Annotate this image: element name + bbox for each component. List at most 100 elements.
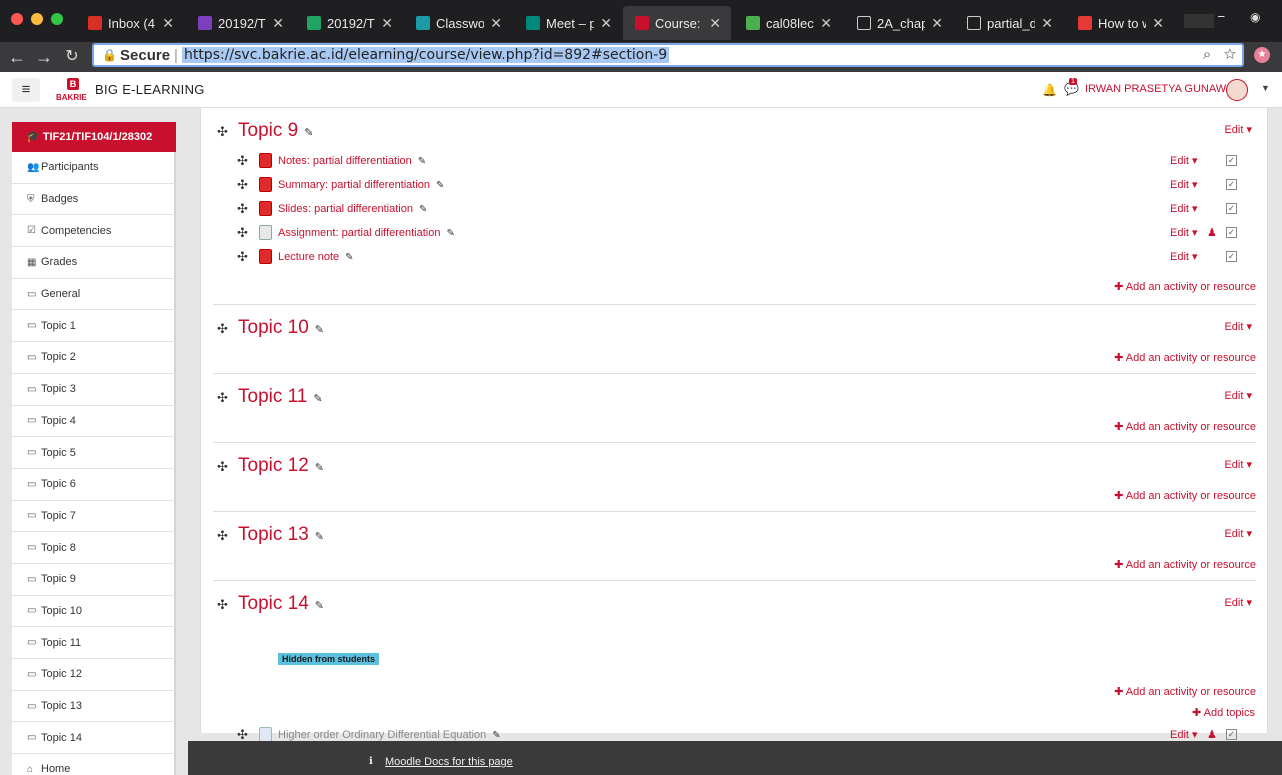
new-tab-button[interactable] bbox=[1184, 14, 1214, 28]
section-title[interactable]: Topic 11 ✎ bbox=[238, 386, 323, 408]
section-title[interactable]: Topic 9 ✎ bbox=[238, 120, 313, 142]
move-icon[interactable]: ✣ bbox=[237, 153, 248, 169]
section-edit-menu[interactable]: Edit ▾ bbox=[1224, 527, 1252, 540]
completion-checkbox[interactable]: ✓ bbox=[1226, 155, 1237, 166]
maximize-window-button[interactable] bbox=[51, 13, 63, 25]
move-icon[interactable]: ✣ bbox=[217, 390, 228, 406]
sidebar-item[interactable]: ▭ Topic 10 bbox=[12, 595, 176, 628]
sidebar-item[interactable]: ▭ Topic 14 bbox=[12, 722, 176, 755]
add-activity-link[interactable]: ✚ Add an activity or resource bbox=[1114, 558, 1256, 571]
sidebar-item[interactable]: ▭ Topic 4 bbox=[12, 405, 176, 438]
edit-pencil-icon[interactable]: ✎ bbox=[345, 252, 353, 263]
tab-close-icon[interactable]: ✕ bbox=[820, 15, 832, 32]
move-icon[interactable]: ✣ bbox=[237, 225, 248, 241]
sidebar-item[interactable]: ▭ Topic 9 bbox=[12, 563, 176, 596]
site-logo[interactable]: B BAKRIE bbox=[56, 78, 90, 104]
edit-pencil-icon[interactable]: ✎ bbox=[315, 324, 324, 336]
menu-toggle-icon[interactable]: ≡ bbox=[12, 78, 40, 102]
browser-tab[interactable]: How to w ✕ bbox=[1066, 6, 1174, 40]
section-edit-menu[interactable]: Edit ▾ bbox=[1224, 123, 1252, 136]
sidebar-item[interactable]: ▭ Topic 6 bbox=[12, 468, 176, 501]
activity-edit-menu[interactable]: Edit ▾ bbox=[1170, 728, 1198, 741]
address-bar[interactable]: 🔒 Secure | https://svc.bakrie.ac.id/elea… bbox=[92, 43, 1244, 67]
activity-link[interactable]: Higher order Ordinary Differential Equat… bbox=[278, 729, 501, 741]
bookmark-star-icon[interactable]: ☆ bbox=[1224, 46, 1236, 63]
browser-tab[interactable]: cal08lect ✕ bbox=[734, 6, 842, 40]
completion-checkbox[interactable]: ✓ bbox=[1226, 179, 1237, 190]
sidebar-item[interactable]: ▭ Topic 8 bbox=[12, 532, 176, 564]
sidebar-item[interactable]: ☑ Competencies bbox=[12, 215, 176, 248]
sidebar-item[interactable]: ▭ Topic 11 bbox=[12, 627, 176, 659]
activity-edit-menu[interactable]: Edit ▾ bbox=[1170, 202, 1198, 215]
completion-checkbox[interactable]: ✓ bbox=[1226, 729, 1237, 740]
sidebar-item[interactable]: 👥 Participants bbox=[12, 152, 176, 184]
back-button[interactable]: ← bbox=[6, 46, 28, 68]
add-activity-link[interactable]: ✚ Add an activity or resource bbox=[1114, 351, 1256, 364]
edit-pencil-icon[interactable]: ✎ bbox=[446, 228, 454, 239]
tab-close-icon[interactable]: ✕ bbox=[381, 15, 393, 32]
section-edit-menu[interactable]: Edit ▾ bbox=[1224, 458, 1252, 471]
avatar[interactable] bbox=[1226, 79, 1248, 101]
activity-link[interactable]: Summary: partial differentiation ✎ bbox=[278, 179, 444, 191]
activity-edit-menu[interactable]: Edit ▾ bbox=[1170, 226, 1198, 239]
course-header[interactable]: 🎓 TIF21/TIF104/1/28302 bbox=[12, 122, 176, 152]
forward-button[interactable]: → bbox=[33, 46, 55, 68]
browser-tab[interactable]: 20192/TI ✕ bbox=[186, 6, 294, 40]
move-icon[interactable]: ✣ bbox=[237, 201, 248, 217]
section-title[interactable]: Topic 13 ✎ bbox=[238, 524, 324, 546]
sidebar-item[interactable]: ▭ General bbox=[12, 278, 176, 311]
add-activity-link[interactable]: ✚ Add an activity or resource bbox=[1114, 420, 1256, 433]
moodle-docs-link[interactable]: Moodle Docs for this page bbox=[385, 756, 513, 768]
section-title[interactable]: Topic 10 ✎ bbox=[238, 317, 324, 339]
activity-edit-menu[interactable]: Edit ▾ bbox=[1170, 178, 1198, 191]
assign-roles-icon[interactable]: ♟ bbox=[1207, 728, 1217, 741]
edit-pencil-icon[interactable]: ✎ bbox=[492, 730, 500, 741]
browser-tab[interactable]: Classwork ✕ bbox=[404, 6, 512, 40]
chevron-down-icon[interactable]: ▼ bbox=[1261, 83, 1270, 93]
move-icon[interactable]: ✣ bbox=[217, 528, 228, 544]
user-name[interactable]: IRWAN PRASETYA GUNAWAN bbox=[1085, 83, 1241, 95]
minimize-window-button[interactable] bbox=[31, 13, 43, 25]
edit-pencil-icon[interactable]: ✎ bbox=[315, 600, 324, 612]
edit-pencil-icon[interactable]: ✎ bbox=[304, 127, 313, 139]
close-window-button[interactable] bbox=[11, 13, 23, 25]
move-icon[interactable]: ✣ bbox=[217, 459, 228, 475]
add-activity-link[interactable]: ✚ Add an activity or resource bbox=[1114, 489, 1256, 502]
move-icon[interactable]: ✣ bbox=[237, 249, 248, 265]
sidebar-item[interactable]: ▭ Topic 5 bbox=[12, 437, 176, 469]
move-icon[interactable]: ✣ bbox=[237, 177, 248, 193]
edit-pencil-icon[interactable]: ✎ bbox=[418, 156, 426, 167]
sidebar-item[interactable]: ⌂ Home bbox=[12, 754, 176, 775]
browser-tab[interactable]: partial_di ✕ bbox=[955, 6, 1063, 40]
tab-close-icon[interactable]: ✕ bbox=[162, 15, 174, 32]
browser-tab[interactable]: Inbox (4,9 ✕ bbox=[76, 6, 184, 40]
activity-link[interactable]: Assignment: partial differentiation ✎ bbox=[278, 227, 455, 239]
sidebar-item[interactable]: ▭ Topic 7 bbox=[12, 500, 176, 533]
extension-icon[interactable]: ★ bbox=[1254, 47, 1270, 63]
edit-pencil-icon[interactable]: ✎ bbox=[436, 180, 444, 191]
browser-tab[interactable]: 20192/TI ✕ bbox=[295, 6, 403, 40]
edit-pencil-icon[interactable]: ✎ bbox=[313, 393, 322, 405]
section-title[interactable]: Topic 14 ✎ bbox=[238, 593, 324, 615]
activity-edit-menu[interactable]: Edit ▾ bbox=[1170, 154, 1198, 167]
sidebar-item[interactable]: ⛨ Badges bbox=[12, 183, 176, 216]
activity-link[interactable]: Slides: partial differentiation ✎ bbox=[278, 203, 427, 215]
browser-tab[interactable]: Course: 2 ✕ bbox=[623, 6, 731, 40]
activity-link[interactable]: Notes: partial differentiation ✎ bbox=[278, 155, 426, 167]
tab-close-icon[interactable]: ✕ bbox=[1041, 15, 1053, 32]
add-activity-link[interactable]: ✚ Add an activity or resource bbox=[1114, 280, 1256, 293]
tab-close-icon[interactable]: ✕ bbox=[490, 15, 502, 32]
sidebar-item[interactable]: ▭ Topic 12 bbox=[12, 659, 176, 691]
sidebar-item[interactable]: ▭ Topic 1 bbox=[12, 310, 176, 343]
edit-pencil-icon[interactable]: ✎ bbox=[315, 462, 324, 474]
completion-checkbox[interactable]: ✓ bbox=[1226, 251, 1237, 262]
browser-tab[interactable]: Meet – pv ✕ bbox=[514, 6, 622, 40]
bell-icon[interactable]: 🔔 bbox=[1042, 83, 1057, 97]
assign-roles-icon[interactable]: ♟ bbox=[1207, 226, 1217, 239]
add-activity-link[interactable]: ✚ Add an activity or resource bbox=[1114, 685, 1256, 698]
url-text[interactable]: https://svc.bakrie.ac.id/elearning/cours… bbox=[181, 47, 670, 63]
site-name[interactable]: BIG E-LEARNING bbox=[95, 82, 205, 97]
sidebar-item[interactable]: ▭ Topic 3 bbox=[12, 373, 176, 406]
activity-link[interactable]: Lecture note ✎ bbox=[278, 251, 354, 263]
move-icon[interactable]: ✣ bbox=[217, 597, 228, 613]
